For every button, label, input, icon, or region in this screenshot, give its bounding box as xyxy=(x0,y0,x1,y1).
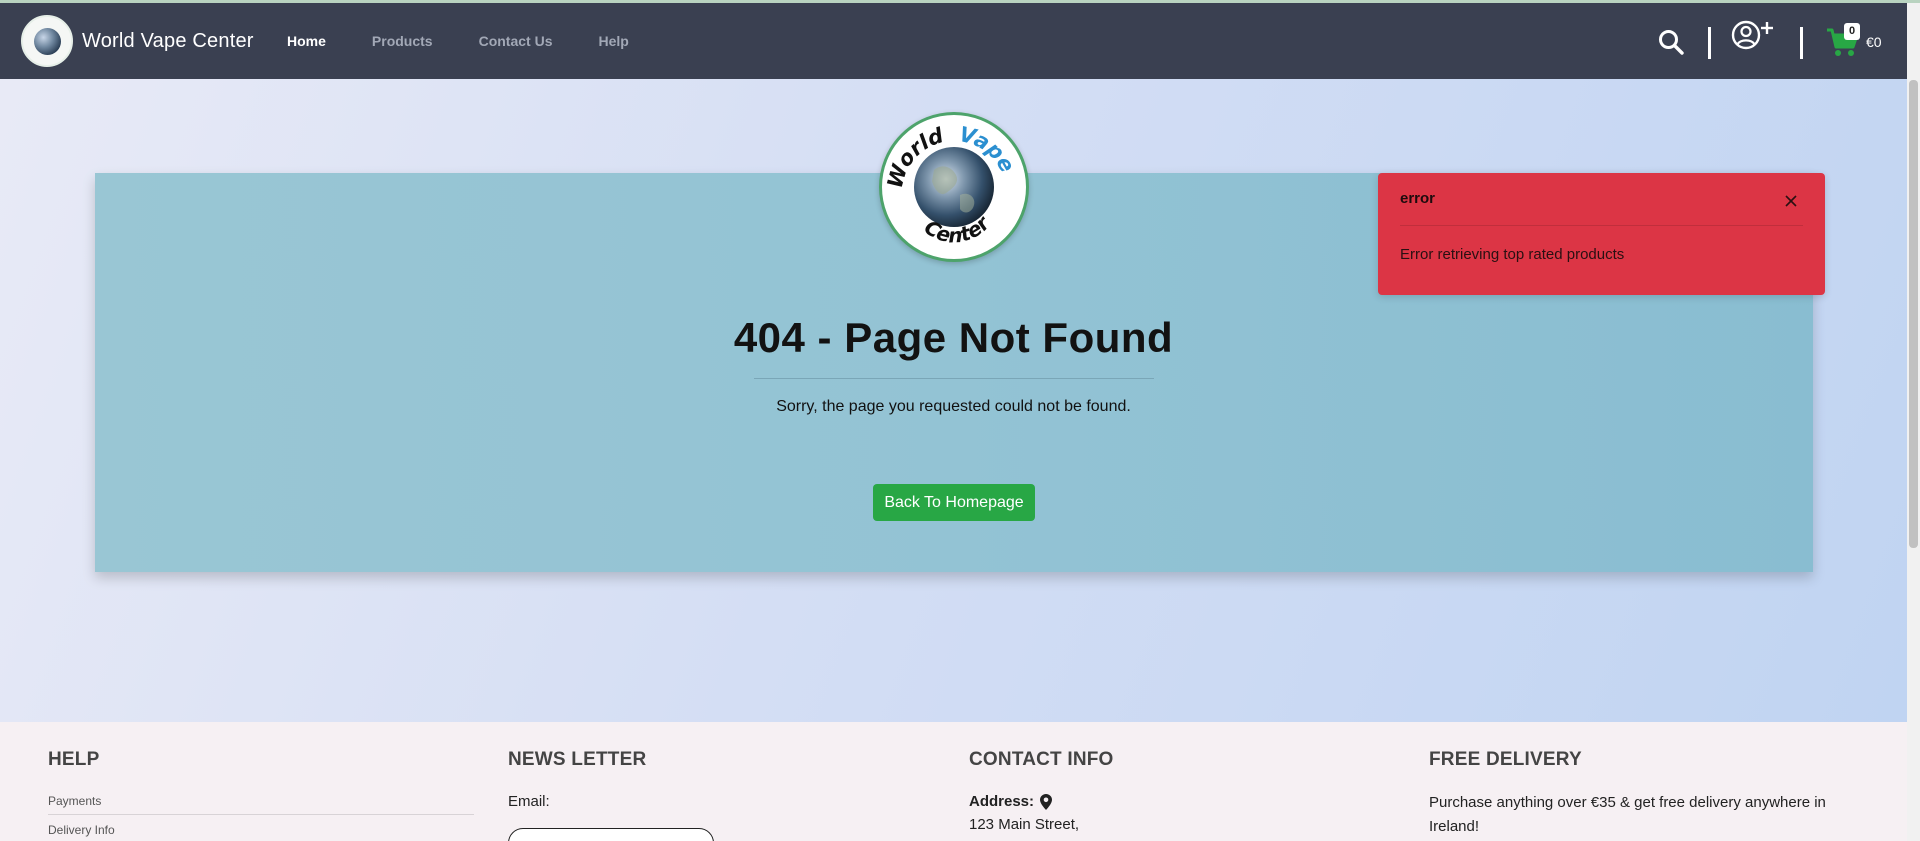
footer-newsletter: NEWS LETTER Email: xyxy=(508,749,908,810)
nav-link-help[interactable]: Help xyxy=(599,33,629,49)
address-street: 123 Main Street, xyxy=(969,816,1080,833)
footer-link-payments[interactable]: Payments xyxy=(48,794,474,815)
search-icon[interactable] xyxy=(1658,29,1684,55)
toast-message: Error retrieving top rated products xyxy=(1400,246,1625,263)
footer-contact-heading: CONTACT INFO xyxy=(969,749,1114,770)
footer-help: HELP Payments Delivery Info xyxy=(48,749,474,837)
nav-link-contact-us[interactable]: Contact Us xyxy=(479,33,553,49)
page-title: 404 - Page Not Found xyxy=(733,314,1174,361)
footer: HELP Payments Delivery Info NEWS LETTER … xyxy=(0,722,1907,841)
nav-links: Home Products Contact Us Help xyxy=(287,3,675,79)
error-toast: error Error retrieving top rated product… xyxy=(1378,173,1825,295)
scrollbar-thumb[interactable] xyxy=(1909,80,1918,548)
globe-icon xyxy=(34,28,61,55)
cart-count-badge: 0 xyxy=(1844,23,1860,40)
newsletter-email-input[interactable] xyxy=(508,828,714,841)
nav-link-home[interactable]: Home xyxy=(287,33,326,49)
footer-delivery-heading: FREE DELIVERY xyxy=(1429,749,1582,770)
navbar: World Vape Center Home Products Contact … xyxy=(0,3,1907,79)
nav-link-products[interactable]: Products xyxy=(372,33,433,49)
brand-logo xyxy=(21,15,73,67)
site-logo: World Vape Center xyxy=(879,112,1029,262)
footer-help-heading: HELP xyxy=(48,749,100,770)
address-label: Address: xyxy=(969,793,1035,810)
back-to-homepage-button[interactable]: Back To Homepage xyxy=(873,484,1035,521)
close-icon[interactable] xyxy=(1781,191,1801,211)
footer-delivery: FREE DELIVERY Purchase anything over €35… xyxy=(1429,749,1869,839)
brand[interactable]: World Vape Center xyxy=(21,15,254,67)
title-divider xyxy=(754,378,1154,379)
cart-total[interactable]: €0 xyxy=(1866,34,1882,50)
address-line: Address: xyxy=(969,793,1369,810)
page-subtitle: Sorry, the page you requested could not … xyxy=(776,398,1131,415)
map-pin-icon xyxy=(1040,793,1053,810)
footer-newsletter-heading: NEWS LETTER xyxy=(508,749,647,770)
toast-title: error xyxy=(1400,190,1436,207)
newsletter-email-label: Email: xyxy=(508,793,550,810)
user-add-icon[interactable] xyxy=(1731,20,1775,54)
nav-actions: 0 €0 xyxy=(1655,3,1907,79)
nav-divider xyxy=(1800,27,1803,59)
nav-divider xyxy=(1708,27,1711,59)
footer-link-delivery-info[interactable]: Delivery Info xyxy=(48,823,474,837)
toast-divider xyxy=(1400,225,1803,226)
delivery-text: Purchase anything over €35 & get free de… xyxy=(1429,794,1826,835)
footer-contact: CONTACT INFO Address: 123 Main Street, xyxy=(969,749,1369,833)
brand-name: World Vape Center xyxy=(82,29,254,52)
